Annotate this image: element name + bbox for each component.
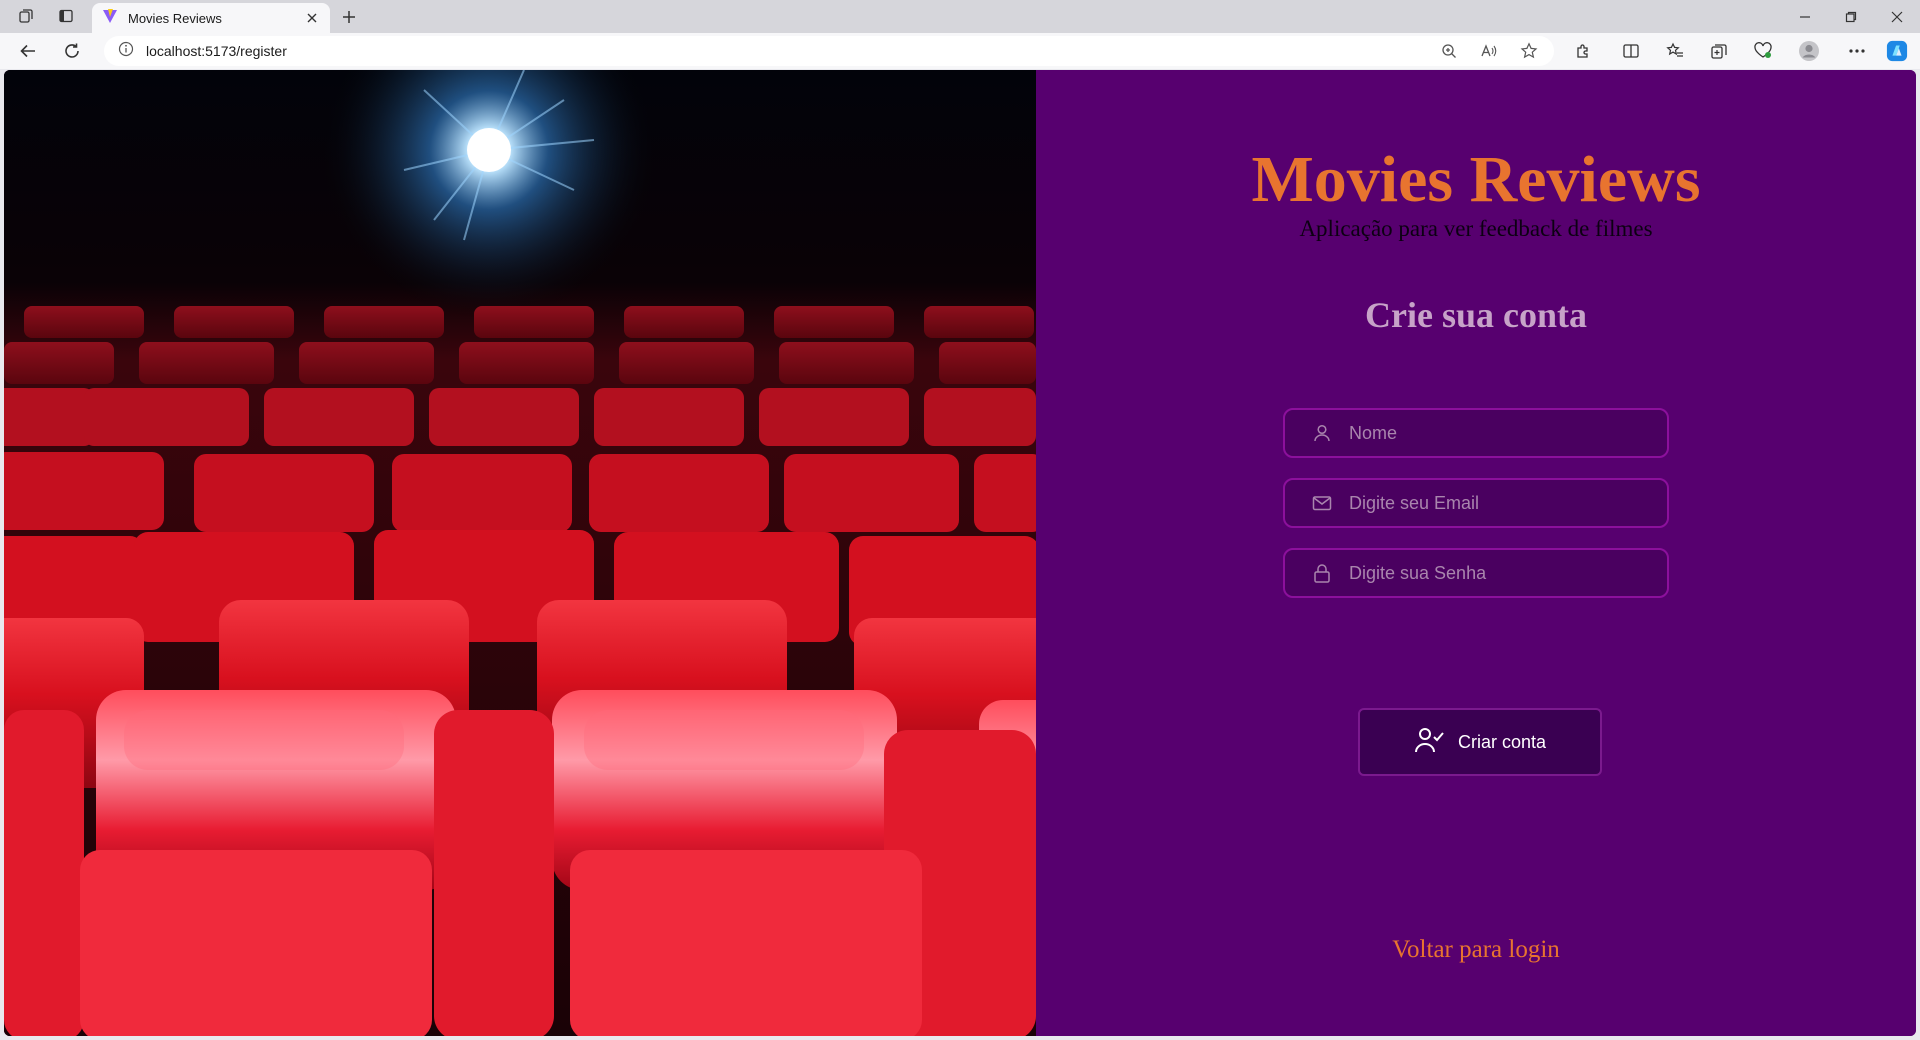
close-window-button[interactable] bbox=[1886, 6, 1908, 28]
create-account-button[interactable]: Criar conta bbox=[1358, 708, 1602, 776]
user-icon bbox=[1311, 422, 1333, 444]
browser-essentials-icon[interactable] bbox=[1752, 40, 1774, 62]
zoom-icon[interactable] bbox=[1438, 40, 1460, 62]
vite-favicon-icon bbox=[102, 8, 118, 29]
favorite-star-icon[interactable] bbox=[1518, 40, 1540, 62]
more-options-icon[interactable] bbox=[1846, 40, 1868, 62]
password-field[interactable] bbox=[1283, 548, 1669, 598]
workspaces-icon[interactable] bbox=[16, 6, 36, 26]
email-field[interactable] bbox=[1283, 478, 1669, 528]
register-panel: Movies Reviews Aplicação para ver feedba… bbox=[1036, 70, 1916, 1036]
favorites-list-icon[interactable] bbox=[1664, 40, 1686, 62]
cinema-hero-image bbox=[4, 70, 1036, 1036]
site-info-icon[interactable] bbox=[118, 41, 134, 62]
minimize-button[interactable] bbox=[1794, 6, 1816, 28]
name-input[interactable] bbox=[1349, 422, 1649, 444]
extensions-icon[interactable] bbox=[1572, 40, 1594, 62]
restore-button[interactable] bbox=[1840, 6, 1862, 28]
new-tab-button[interactable] bbox=[338, 6, 360, 28]
browser-toolbar: localhost:5173/register bbox=[0, 33, 1920, 69]
collections-icon[interactable] bbox=[1708, 40, 1730, 62]
address-bar[interactable]: localhost:5173/register bbox=[104, 36, 1554, 66]
tab-movies-reviews[interactable]: Movies Reviews bbox=[92, 3, 330, 33]
password-input[interactable] bbox=[1349, 562, 1649, 584]
close-tab-icon[interactable] bbox=[304, 10, 320, 26]
tab-title: Movies Reviews bbox=[128, 10, 222, 26]
email-input[interactable] bbox=[1349, 492, 1649, 514]
mail-icon bbox=[1311, 492, 1333, 514]
app-title: Movies Reviews bbox=[1251, 143, 1701, 216]
lock-icon bbox=[1311, 562, 1333, 584]
create-account-label: Criar conta bbox=[1457, 731, 1547, 752]
vertical-tabs-icon[interactable] bbox=[56, 6, 76, 26]
address-url[interactable]: localhost:5173/register bbox=[146, 43, 287, 59]
back-arrow-icon[interactable] bbox=[16, 39, 40, 63]
copilot-icon[interactable] bbox=[1886, 40, 1908, 62]
back-to-login-wrapper: Voltar para login bbox=[1036, 936, 1916, 964]
form-title: Crie sua conta bbox=[1365, 295, 1587, 335]
refresh-icon[interactable] bbox=[60, 39, 84, 63]
read-aloud-icon[interactable] bbox=[1478, 40, 1500, 62]
split-screen-icon[interactable] bbox=[1620, 40, 1642, 62]
user-check-icon bbox=[1414, 726, 1444, 759]
profile-avatar-icon[interactable] bbox=[1798, 40, 1820, 62]
back-to-login-link[interactable]: Voltar para login bbox=[1392, 936, 1560, 963]
browser-tab-bar: Movies Reviews bbox=[0, 0, 1920, 33]
name-field[interactable] bbox=[1283, 408, 1669, 458]
page-viewport: Movies Reviews Aplicação para ver feedba… bbox=[4, 70, 1916, 1036]
app-subtitle: Aplicação para ver feedback de filmes bbox=[1299, 216, 1653, 241]
